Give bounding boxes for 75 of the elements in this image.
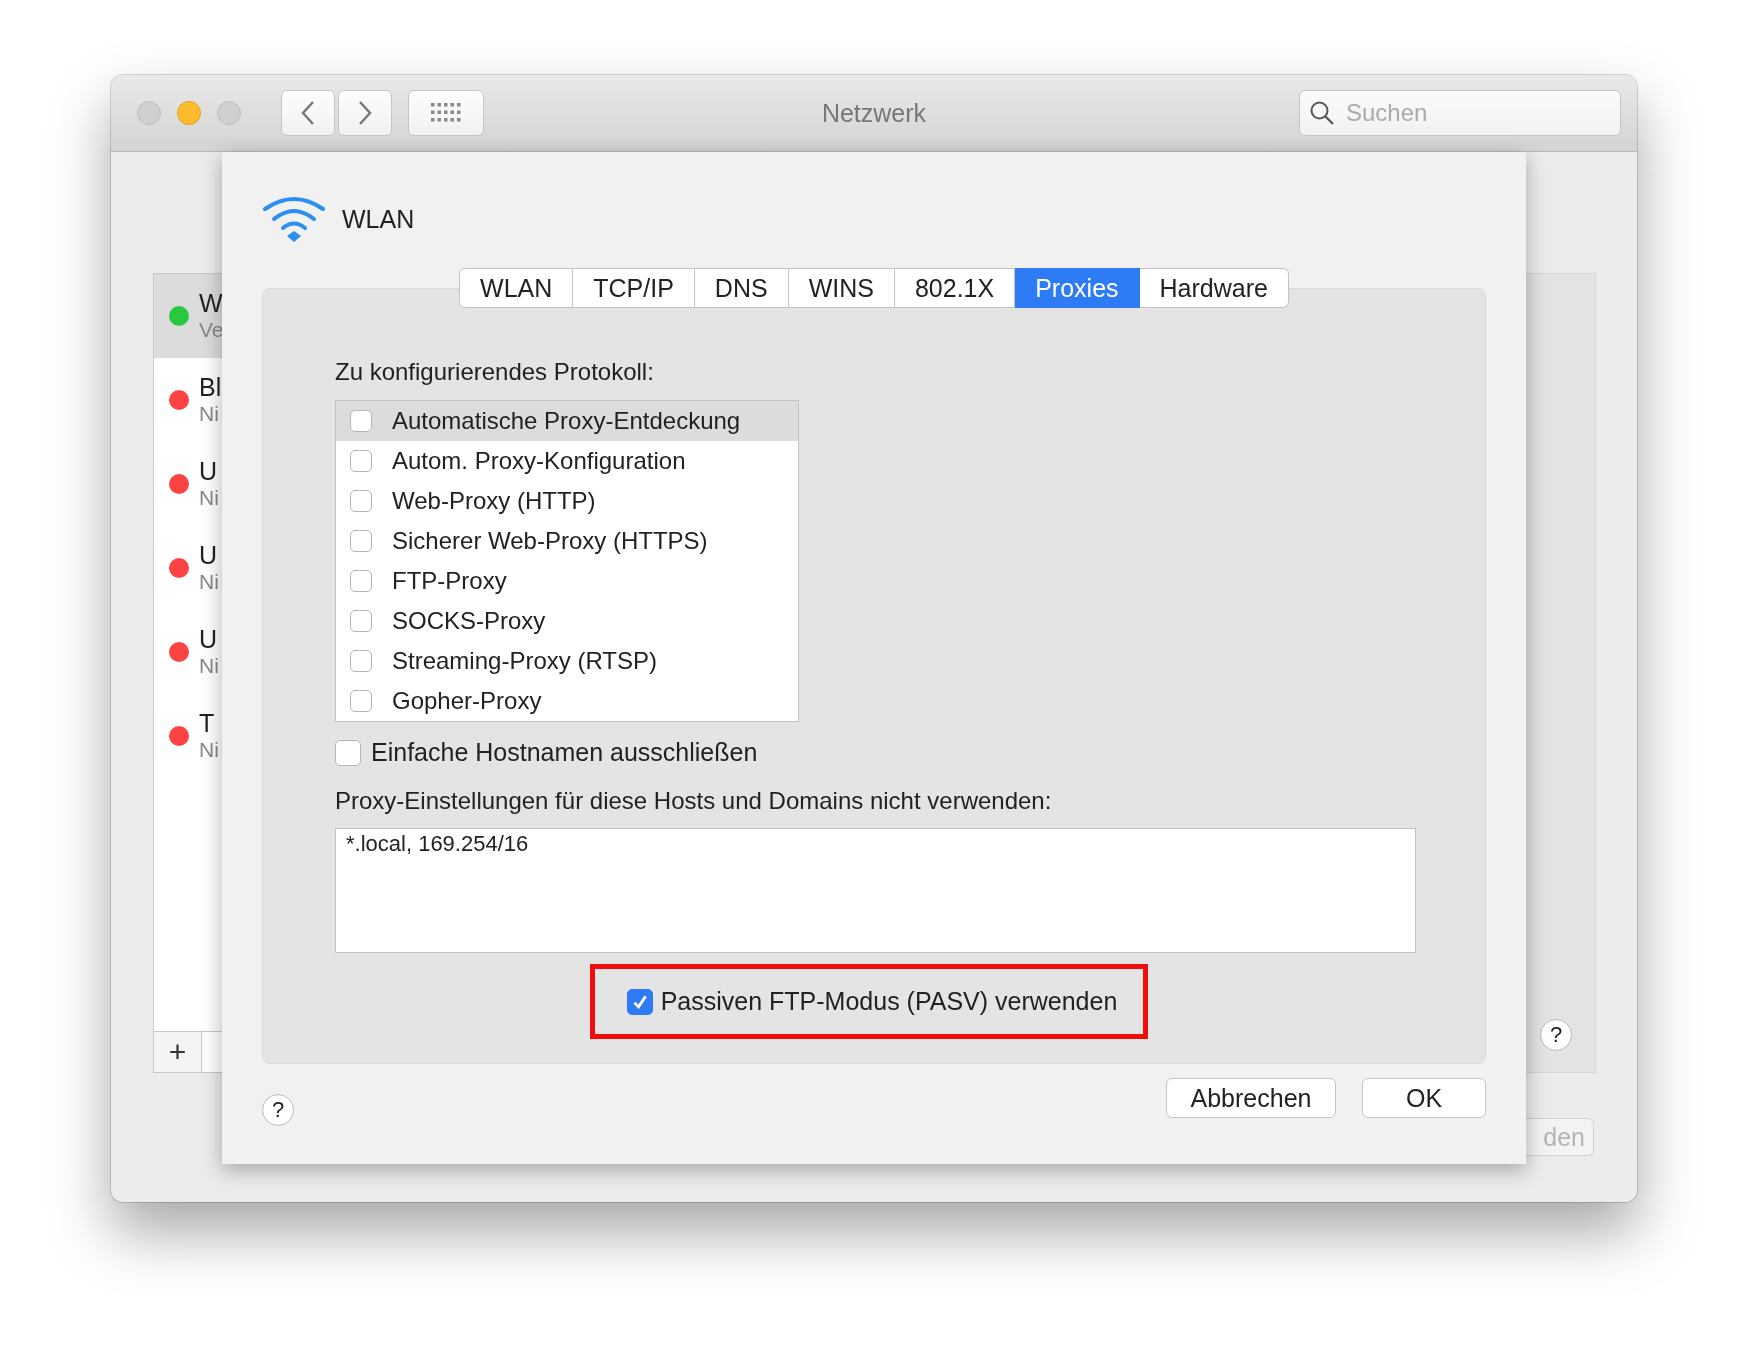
tab[interactable]: WINS <box>788 268 895 308</box>
sheet-title: WLAN <box>342 204 415 234</box>
checkbox[interactable] <box>350 690 372 712</box>
service-item[interactable]: U Ni <box>154 526 222 610</box>
search-field[interactable]: Suchen <box>1299 90 1621 136</box>
dialog-button[interactable]: Abbrechen <box>1166 1078 1336 1118</box>
protocol-row[interactable]: Automatische Proxy-Entdeckung <box>336 401 798 441</box>
protocol-name: Gopher-Proxy <box>392 687 542 715</box>
service-item[interactable]: T Ni <box>154 694 222 778</box>
checkbox[interactable] <box>626 988 653 1015</box>
service-status: Ni <box>199 737 219 763</box>
tab[interactable]: TCP/IP <box>573 268 695 308</box>
wifi-icon <box>262 195 326 243</box>
chevron-right-icon <box>357 100 373 126</box>
service-item[interactable]: U Ni <box>154 610 222 694</box>
checkbox[interactable] <box>350 610 372 632</box>
protocol-name: FTP-Proxy <box>392 567 507 595</box>
protocol-name: Autom. Proxy-Konfiguration <box>392 447 686 475</box>
tab[interactable]: 802.1X <box>894 268 1016 308</box>
grid-icon <box>431 103 461 123</box>
service-item[interactable]: Bl Ni <box>154 358 222 442</box>
service-name: U <box>199 457 219 485</box>
window-title: Netzwerk <box>820 99 928 128</box>
protocol-row[interactable]: SOCKS-Proxy <box>336 601 798 641</box>
protocol-row[interactable]: Web-Proxy (HTTP) <box>336 481 798 521</box>
service-status: Ve <box>199 317 222 343</box>
forward-button[interactable] <box>338 90 392 136</box>
service-item[interactable]: W Ve <box>154 274 222 358</box>
checkbox-label: Einfache Hostnamen ausschließen <box>371 738 758 767</box>
protocol-name: Sicherer Web-Proxy (HTTPS) <box>392 527 708 555</box>
bypass-text-area[interactable]: *.local, 169.254/16 <box>335 828 1416 953</box>
checkbox[interactable] <box>350 450 372 472</box>
protocol-name: Automatische Proxy-Entdeckung <box>392 407 741 435</box>
service-status: Ni <box>199 569 219 595</box>
show-all-button[interactable] <box>408 90 484 136</box>
checkbox[interactable] <box>350 650 372 672</box>
protocol-row[interactable]: FTP-Proxy <box>336 561 798 601</box>
protocol-row[interactable]: Streaming-Proxy (RTSP) <box>336 641 798 681</box>
zoom-button[interactable] <box>217 101 241 125</box>
service-item[interactable]: U Ni <box>154 442 222 526</box>
add-button[interactable]: + <box>154 1032 202 1072</box>
help-button[interactable]: ? <box>1540 1019 1572 1051</box>
close-button[interactable] <box>137 101 161 125</box>
service-name: T <box>199 709 216 737</box>
back-button[interactable] <box>281 90 335 136</box>
checkbox[interactable] <box>350 530 372 552</box>
tab[interactable]: DNS <box>694 268 789 308</box>
tab[interactable]: Hardware <box>1139 268 1289 308</box>
protocol-row[interactable]: Autom. Proxy-Konfiguration <box>336 441 798 481</box>
protocol-name: Streaming-Proxy (RTSP) <box>392 647 657 675</box>
service-name: W <box>199 289 222 317</box>
checkbox[interactable] <box>335 739 361 766</box>
protocol-row[interactable]: Sicherer Web-Proxy (HTTPS) <box>336 521 798 561</box>
bypass-label: Proxy-Einstellungen für diese Hosts und Domains nicht verwenden: <box>335 787 1052 815</box>
protocol-label: Zu konfigurierendes Protokoll: <box>335 357 654 387</box>
service-name: Bl <box>199 373 222 401</box>
service-name: U <box>199 541 219 569</box>
service-name: U <box>199 625 219 653</box>
tab[interactable]: WLAN <box>459 268 574 308</box>
service-status: Ni <box>199 485 219 511</box>
tab[interactable]: Proxies <box>1015 268 1140 308</box>
service-status: Ni <box>199 653 219 679</box>
protocol-name: Web-Proxy (HTTP) <box>392 487 596 515</box>
search-icon <box>1309 100 1335 126</box>
checkbox[interactable] <box>350 410 372 432</box>
minimize-button[interactable] <box>177 101 201 125</box>
protocol-row[interactable]: Gopher-Proxy <box>336 681 798 721</box>
help-button[interactable]: ? <box>262 1094 294 1126</box>
checkbox-label: Passiven FTP-Modus (PASV) verwenden <box>660 987 1118 1016</box>
protocol-name: SOCKS-Proxy <box>392 607 546 635</box>
dialog-button[interactable]: OK <box>1362 1078 1486 1118</box>
chevron-left-icon <box>300 100 316 126</box>
checkbox[interactable] <box>350 570 372 592</box>
service-status: Ni <box>199 401 220 427</box>
checkbox[interactable] <box>350 490 372 512</box>
